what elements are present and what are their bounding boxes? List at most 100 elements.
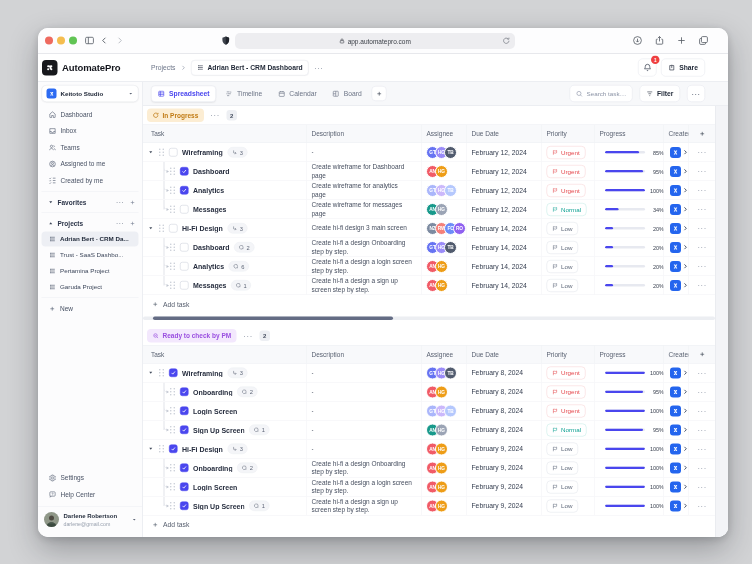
drag-handle-icon[interactable] bbox=[169, 167, 176, 175]
drag-handle-icon[interactable] bbox=[169, 205, 176, 213]
breadcrumb-project-chip[interactable]: Adrian Bert - CRM Dashboard bbox=[191, 60, 309, 76]
user-card[interactable]: Darlene Robertson darlene@gmail.com bbox=[38, 507, 142, 528]
comment-count-pill[interactable]: 1 bbox=[249, 425, 269, 436]
task-checkbox[interactable] bbox=[180, 243, 189, 252]
tab-board[interactable]: Board bbox=[326, 85, 368, 102]
column-header-priority[interactable]: Priority bbox=[542, 125, 595, 143]
task-checkbox-checked[interactable] bbox=[169, 369, 178, 378]
task-checkbox-checked[interactable] bbox=[180, 464, 189, 473]
drag-handle-icon[interactable] bbox=[169, 186, 176, 194]
row-menu-button[interactable]: ··· bbox=[689, 478, 715, 497]
forward-icon[interactable] bbox=[112, 33, 127, 48]
close-window-button[interactable] bbox=[45, 37, 53, 45]
new-button[interactable]: New bbox=[42, 301, 139, 317]
reload-icon[interactable] bbox=[502, 37, 511, 47]
comment-count-pill[interactable]: 2 bbox=[237, 387, 257, 398]
column-header-created-by[interactable]: Created by bbox=[664, 125, 689, 143]
task-checkbox[interactable] bbox=[180, 262, 189, 271]
scrollbar-thumb[interactable] bbox=[153, 317, 393, 321]
subtask-count-pill[interactable]: 3 bbox=[227, 147, 247, 158]
comment-count-pill[interactable]: 6 bbox=[229, 261, 249, 272]
filter-button[interactable]: Filter bbox=[639, 85, 680, 102]
projects-add-icon[interactable] bbox=[130, 220, 136, 226]
sidebar-project-item[interactable]: Trust - SaaS Dashbo... bbox=[42, 248, 139, 263]
add-task-button[interactable]: Add task bbox=[143, 516, 715, 535]
task-checkbox-checked[interactable] bbox=[180, 502, 189, 511]
subtask-count-pill[interactable]: 3 bbox=[227, 444, 247, 455]
comment-count-pill[interactable]: 2 bbox=[234, 242, 254, 253]
column-header-created-by[interactable]: Created by bbox=[664, 346, 689, 364]
row-caret-icon[interactable] bbox=[143, 150, 158, 155]
column-header-task[interactable]: Task bbox=[143, 125, 307, 143]
task-checkbox[interactable] bbox=[169, 148, 178, 157]
sidebar-project-item[interactable]: Garuda Project bbox=[42, 280, 139, 295]
view-more-button[interactable]: ··· bbox=[687, 85, 705, 102]
comment-count-pill[interactable]: 1 bbox=[231, 280, 251, 291]
task-checkbox[interactable] bbox=[180, 281, 189, 290]
browser-share-icon[interactable] bbox=[652, 33, 667, 48]
drag-handle-icon[interactable] bbox=[169, 426, 176, 434]
drag-handle-icon[interactable] bbox=[169, 483, 176, 491]
tab-overview-icon[interactable] bbox=[696, 33, 711, 48]
drag-handle-icon[interactable] bbox=[169, 243, 176, 251]
tab-spreadsheet[interactable]: Spreadsheet bbox=[151, 85, 216, 102]
favorites-add-icon[interactable] bbox=[130, 199, 136, 205]
browser-sidebar-icon[interactable] bbox=[82, 33, 97, 48]
help-center-button[interactable]: Help Center bbox=[42, 486, 139, 503]
row-menu-button[interactable]: ··· bbox=[689, 364, 715, 383]
drag-handle-icon[interactable] bbox=[169, 262, 176, 270]
add-column-button[interactable] bbox=[689, 125, 715, 143]
breadcrumb-root[interactable]: Projects bbox=[151, 64, 175, 72]
column-header-task[interactable]: Task bbox=[143, 346, 307, 364]
task-checkbox-checked[interactable] bbox=[180, 483, 189, 492]
column-header-assignee[interactable]: Assignee bbox=[422, 125, 467, 143]
row-menu-button[interactable]: ··· bbox=[689, 459, 715, 478]
row-menu-button[interactable]: ··· bbox=[689, 257, 715, 276]
sidebar-project-item[interactable]: Adrian Bert - CRM Da... bbox=[42, 232, 139, 247]
drag-handle-icon[interactable] bbox=[158, 369, 165, 377]
column-header-assignee[interactable]: Assignee bbox=[422, 346, 467, 364]
downloads-icon[interactable] bbox=[630, 33, 645, 48]
sidebar-project-item[interactable]: Pertamina Project bbox=[42, 264, 139, 279]
group-more-button[interactable]: ··· bbox=[210, 111, 220, 120]
task-checkbox-checked[interactable] bbox=[180, 186, 189, 195]
sidebar-item-dashboard[interactable]: Dashboard bbox=[42, 106, 139, 123]
row-caret-icon[interactable] bbox=[143, 447, 158, 452]
tab-timeline[interactable]: Timeline bbox=[220, 85, 269, 102]
task-checkbox-checked[interactable] bbox=[180, 426, 189, 435]
row-menu-button[interactable]: ··· bbox=[689, 200, 715, 219]
add-task-button[interactable]: Add task bbox=[143, 295, 715, 314]
row-menu-button[interactable]: ··· bbox=[689, 181, 715, 200]
task-checkbox-checked[interactable] bbox=[180, 167, 189, 176]
drag-handle-icon[interactable] bbox=[169, 464, 176, 472]
row-caret-icon[interactable] bbox=[143, 226, 158, 231]
group-more-button[interactable]: ··· bbox=[243, 332, 253, 341]
drag-handle-icon[interactable] bbox=[158, 224, 165, 232]
zoom-window-button[interactable] bbox=[69, 37, 77, 45]
projects-section-header[interactable]: Projects ··· bbox=[42, 216, 139, 231]
add-column-button[interactable] bbox=[689, 346, 715, 364]
row-menu-button[interactable]: ··· bbox=[689, 238, 715, 257]
add-view-button[interactable] bbox=[372, 86, 387, 101]
drag-handle-icon[interactable] bbox=[169, 281, 176, 289]
breadcrumb-more-button[interactable]: ··· bbox=[314, 63, 323, 72]
task-checkbox[interactable] bbox=[169, 224, 178, 233]
minimize-window-button[interactable] bbox=[57, 37, 65, 45]
task-checkbox-checked[interactable] bbox=[169, 445, 178, 454]
task-checkbox-checked[interactable] bbox=[180, 388, 189, 397]
drag-handle-icon[interactable] bbox=[169, 502, 176, 510]
favorites-more-button[interactable]: ··· bbox=[116, 199, 124, 207]
row-menu-button[interactable]: ··· bbox=[689, 497, 715, 516]
column-header-progress[interactable]: Progress bbox=[595, 125, 664, 143]
group-status-badge[interactable]: Ready to check by PM bbox=[147, 329, 237, 343]
sidebar-item-assigned-to-me[interactable]: Assigned to me bbox=[42, 156, 139, 173]
sidebar-item-teams[interactable]: Teams bbox=[42, 139, 139, 156]
task-checkbox-checked[interactable] bbox=[180, 407, 189, 416]
row-menu-button[interactable]: ··· bbox=[689, 421, 715, 440]
subtask-count-pill[interactable]: 3 bbox=[227, 368, 247, 379]
row-menu-button[interactable]: ··· bbox=[689, 276, 715, 295]
row-menu-button[interactable]: ··· bbox=[689, 143, 715, 162]
drag-handle-icon[interactable] bbox=[169, 388, 176, 396]
sidebar-item-created-by-me[interactable]: Created by me bbox=[42, 172, 139, 189]
drag-handle-icon[interactable] bbox=[158, 445, 165, 453]
